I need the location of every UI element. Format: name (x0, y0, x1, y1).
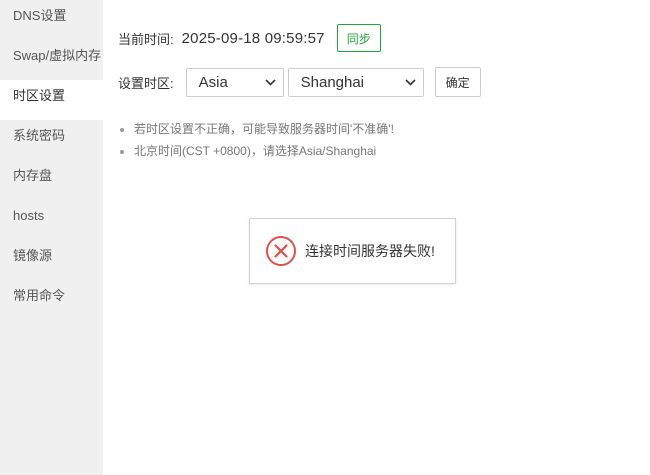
bullet-dot (120, 128, 124, 132)
chevron-down-icon (405, 76, 417, 88)
main-panel: 当前时间: 2025-09-18 09:59:57 同步 设置时区: Asia … (103, 0, 650, 475)
error-toast: 连接时间服务器失败! (249, 218, 456, 284)
tip-text: 若时区设置不正确，可能导致服务器时间'不准确'! (134, 122, 394, 136)
sidebar-item-mirror[interactable]: 镜像源 (0, 240, 103, 280)
city-select[interactable]: Shanghai (287, 67, 424, 97)
region-select[interactable]: Asia (185, 67, 284, 97)
chevron-down-icon (265, 76, 277, 88)
sidebar-item-label: Swap/虚拟内存 (13, 48, 102, 63)
current-time-row: 当前时间: 2025-09-18 09:59:57 同步 (118, 23, 381, 53)
tip-text: 北京时间(CST +0800)，请选择Asia/Shanghai (134, 144, 377, 158)
current-time-value: 2025-09-18 09:59:57 (181, 29, 325, 47)
app-root: DNS设置 Swap/虚拟内存 时区设置 系统密码 内存盘 hosts 镜像源 … (0, 0, 650, 475)
sidebar-item-label: 内存盘 (13, 168, 53, 183)
bullet-dot (120, 150, 124, 154)
sidebar-item-hosts[interactable]: hosts (0, 200, 103, 240)
sidebar-item-label: hosts (13, 208, 45, 223)
sidebar-item-commands[interactable]: 常用命令 (0, 280, 103, 320)
sync-button[interactable]: 同步 (336, 24, 381, 52)
tips-list: 若时区设置不正确，可能导致服务器时间'不准确'! 北京时间(CST +0800)… (118, 118, 394, 162)
sidebar-item-label: 系统密码 (13, 128, 66, 143)
tip-item: 若时区设置不正确，可能导致服务器时间'不准确'! (118, 118, 394, 140)
timezone-label: 设置时区: (118, 75, 174, 91)
error-circle-icon (265, 235, 297, 267)
timezone-row: 设置时区: Asia Shanghai 确定 (118, 67, 481, 97)
tip-item: 北京时间(CST +0800)，请选择Asia/Shanghai (118, 140, 394, 162)
toast-message: 连接时间服务器失败! (305, 243, 435, 259)
sidebar-item-timezone[interactable]: 时区设置 (0, 80, 103, 120)
sidebar-item-ramdisk[interactable]: 内存盘 (0, 160, 103, 200)
city-select-value: Shanghai (300, 73, 365, 91)
sidebar-item-swap[interactable]: Swap/虚拟内存 (0, 40, 103, 80)
sidebar-item-label: 时区设置 (13, 88, 66, 103)
sidebar-item-label: 镜像源 (13, 248, 53, 263)
sidebar-item-dns[interactable]: DNS设置 (0, 0, 103, 40)
sidebar-item-label: 常用命令 (13, 288, 66, 303)
sidebar: DNS设置 Swap/虚拟内存 时区设置 系统密码 内存盘 hosts 镜像源 … (0, 0, 103, 475)
current-time-label: 当前时间: (118, 31, 174, 47)
region-select-value: Asia (198, 73, 228, 91)
sidebar-item-password[interactable]: 系统密码 (0, 120, 103, 160)
sidebar-item-label: DNS设置 (13, 8, 67, 23)
confirm-button[interactable]: 确定 (434, 67, 481, 97)
